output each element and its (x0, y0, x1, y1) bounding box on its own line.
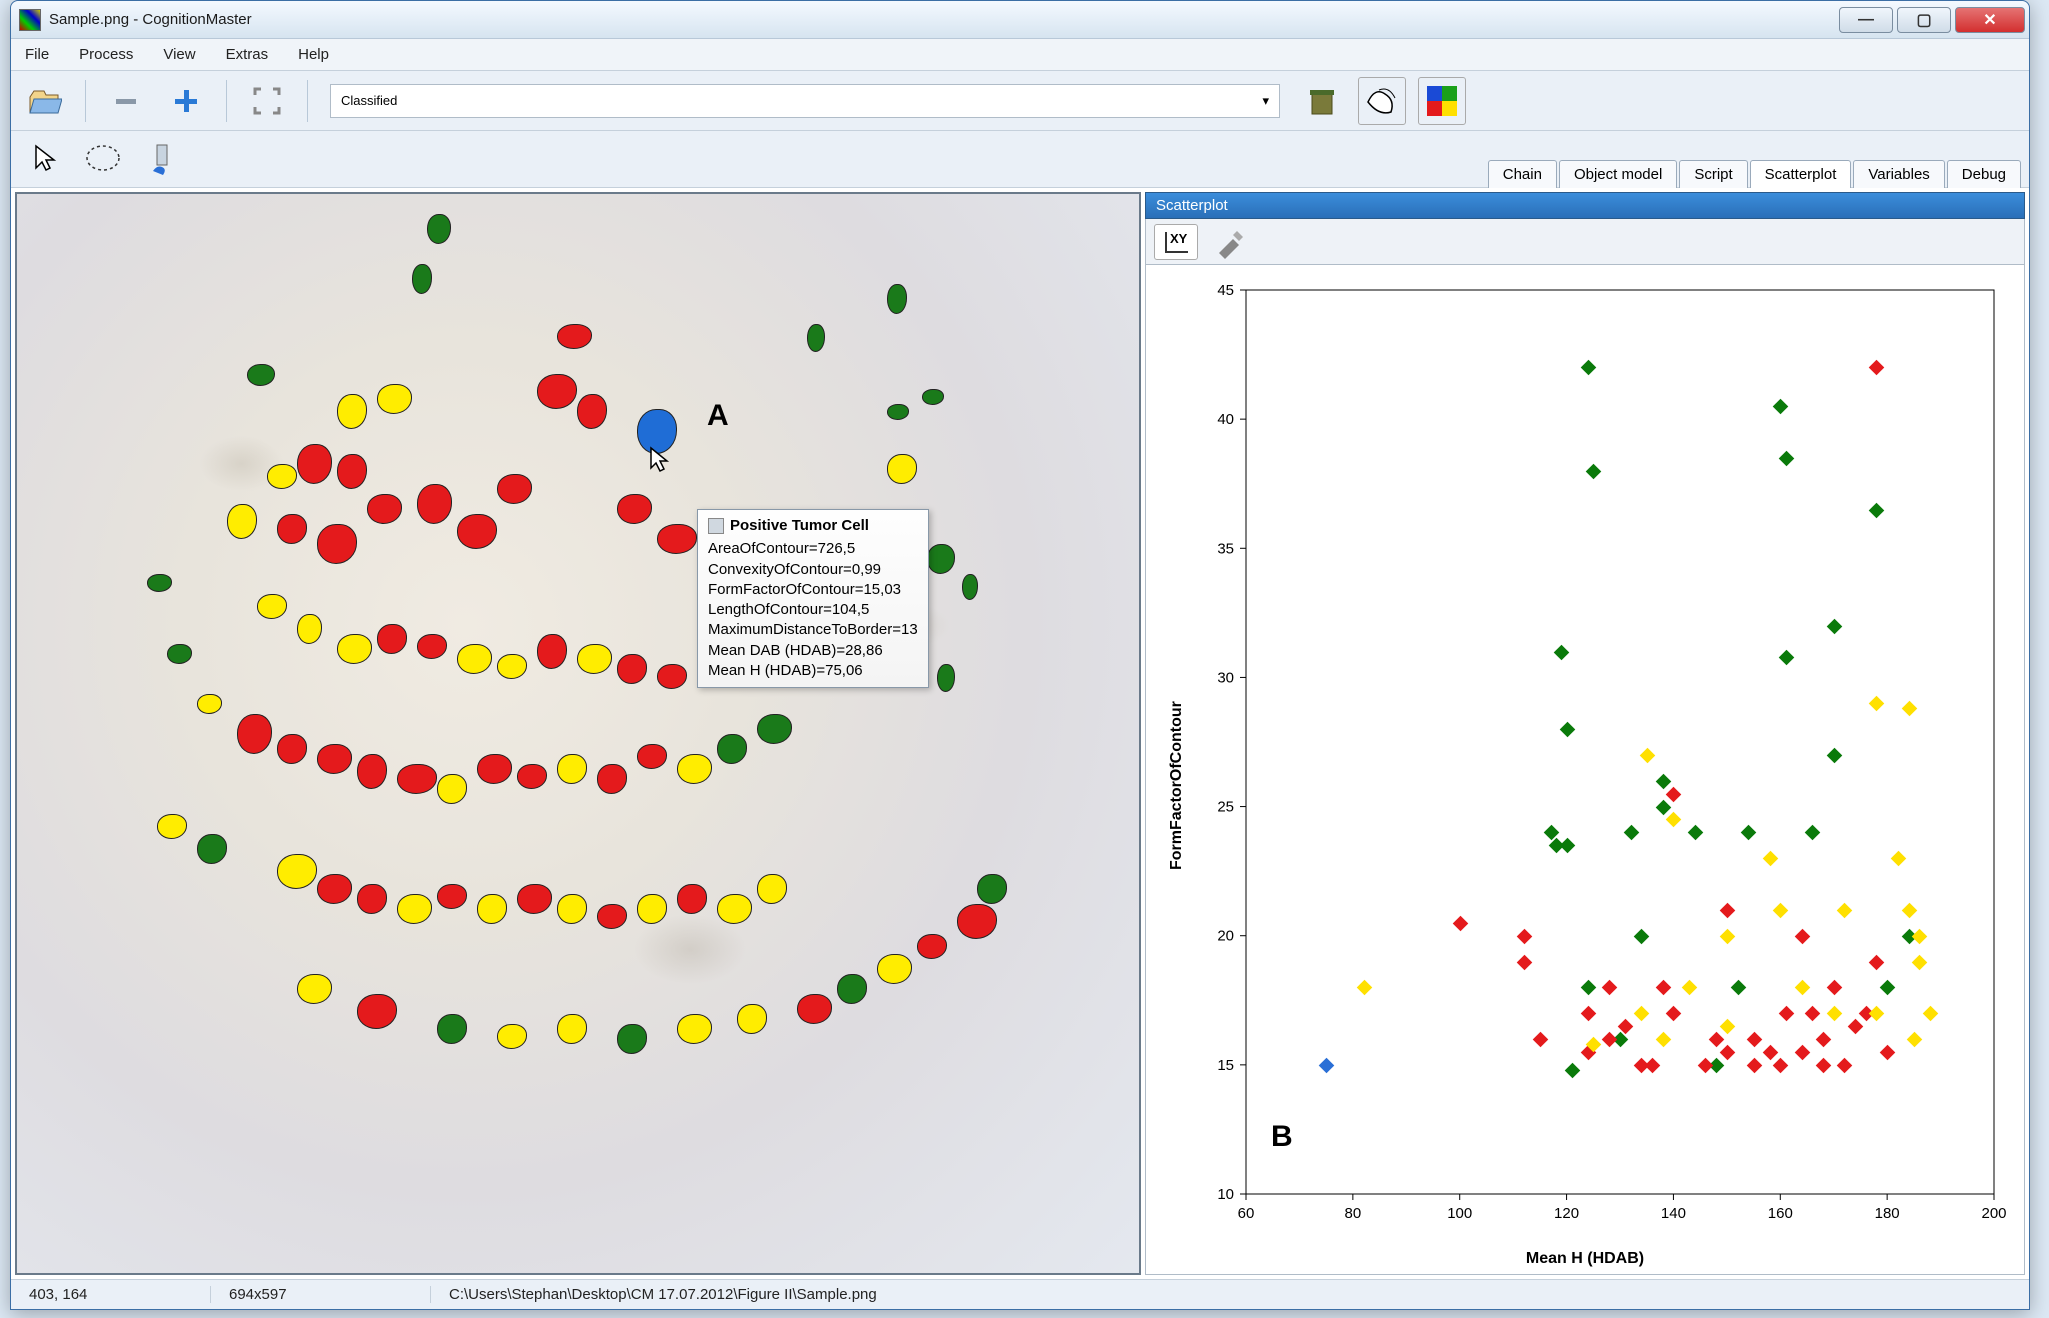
menu-help[interactable]: Help (298, 46, 329, 63)
minimize-button[interactable]: — (1839, 7, 1893, 33)
status-coords: 403, 164 (11, 1286, 211, 1303)
svg-text:XY: XY (1170, 231, 1188, 246)
tooltip-title: Positive Tumor Cell (730, 516, 869, 536)
tools-icon (1213, 225, 1247, 259)
dropdown-value: Classified (341, 93, 397, 108)
y-axis-label: FormFactorOfContour (1168, 702, 1186, 871)
fit-icon (252, 86, 282, 116)
plus-icon (172, 87, 200, 115)
tab-variables[interactable]: Variables (1853, 160, 1944, 188)
menu-file[interactable]: File (25, 46, 49, 63)
annotation-B: B (1271, 1120, 1293, 1154)
pointer-icon (32, 144, 58, 174)
tooltip-row: AreaOfContour=726,5 (708, 539, 918, 559)
xy-axes-button[interactable]: XY (1154, 224, 1198, 260)
paint-tube-icon (143, 141, 179, 177)
tooltip-row: LengthOfContour=104,5 (708, 600, 918, 620)
tab-debug[interactable]: Debug (1947, 160, 2021, 188)
side-tabs: Chain Object model Script Scatterplot Va… (1482, 131, 2029, 187)
svg-text:100: 100 (1447, 1205, 1472, 1222)
svg-text:180: 180 (1875, 1205, 1900, 1222)
settings-button[interactable] (1206, 218, 1254, 266)
svg-text:35: 35 (1217, 540, 1234, 557)
svg-text:140: 140 (1661, 1205, 1686, 1222)
lasso-icon (83, 142, 123, 176)
trash-icon (1305, 84, 1339, 118)
status-path: C:\Users\Stephan\Desktop\CM 17.07.2012\F… (431, 1286, 2029, 1303)
menubar: File Process View Extras Help (11, 39, 2029, 71)
chevron-down-icon: ▾ (1262, 93, 1269, 109)
tooltip-row: Mean H (HDAB)=75,06 (708, 661, 918, 681)
minus-button[interactable] (102, 77, 150, 125)
image-view[interactable]: A Positive Tumor Cell AreaOfContour=726,… (15, 192, 1141, 1275)
tab-script[interactable]: Script (1679, 160, 1747, 188)
svg-text:30: 30 (1217, 669, 1234, 686)
plus-button[interactable] (162, 77, 210, 125)
colormap-icon (1425, 84, 1459, 118)
close-button[interactable]: ✕ (1955, 7, 2025, 33)
tab-scatterplot[interactable]: Scatterplot (1750, 160, 1852, 188)
microscopy-image (17, 194, 1139, 1273)
regions-button[interactable] (1358, 77, 1406, 125)
svg-text:120: 120 (1554, 1205, 1579, 1222)
svg-text:40: 40 (1217, 411, 1234, 428)
regions-icon (1365, 84, 1399, 118)
titlebar[interactable]: Sample.png - CognitionMaster — ▢ ✕ (11, 1, 2029, 39)
object-tooltip: Positive Tumor Cell AreaOfContour=726,5 … (697, 509, 929, 688)
panel-title: Scatterplot (1145, 192, 2025, 219)
content-area: A Positive Tumor Cell AreaOfContour=726,… (11, 188, 2029, 1279)
colormap-button[interactable] (1418, 77, 1466, 125)
svg-text:80: 80 (1345, 1205, 1362, 1222)
scatter-chart: 60 80 100 120 140 160 180 200 10 15 20 25 30 35 40 45 B (1191, 280, 2009, 1249)
svg-text:200: 200 (1981, 1205, 2006, 1222)
menu-process[interactable]: Process (79, 46, 133, 63)
folder-open-icon (28, 87, 62, 115)
tooltip-row: MaximumDistanceToBorder=13 (708, 620, 918, 640)
status-dims: 694x597 (211, 1286, 431, 1303)
main-toolbar: Classified ▾ (11, 71, 2029, 131)
paint-tool[interactable] (137, 135, 185, 183)
svg-text:10: 10 (1217, 1186, 1234, 1203)
svg-text:60: 60 (1238, 1205, 1255, 1222)
tooltip-row: Mean DAB (HDAB)=28,86 (708, 641, 918, 661)
statusbar: 403, 164 694x597 C:\Users\Stephan\Deskto… (11, 1279, 2029, 1309)
window-title: Sample.png - CognitionMaster (49, 11, 1839, 28)
svg-text:25: 25 (1217, 799, 1234, 816)
trash-button[interactable] (1298, 77, 1346, 125)
tab-object-model[interactable]: Object model (1559, 160, 1677, 188)
app-icon (19, 9, 41, 31)
chart-area[interactable]: FormFactorOfContour Mean H (HDAB) 60 80 10… (1145, 265, 2025, 1275)
x-axis-label: Mean H (HDAB) (1526, 1250, 1644, 1268)
annotation-A: A (707, 399, 729, 433)
pointer-tool[interactable] (21, 135, 69, 183)
chart-axes: 60 80 100 120 140 160 180 200 10 15 20 25 30 35 40 45 (1191, 280, 2009, 1249)
cursor-icon (647, 446, 671, 474)
fit-button[interactable] (243, 77, 291, 125)
app-window: Sample.png - CognitionMaster — ▢ ✕ File … (10, 0, 2030, 1310)
maximize-button[interactable]: ▢ (1897, 7, 1951, 33)
open-file-button[interactable] (21, 77, 69, 125)
svg-text:15: 15 (1217, 1057, 1234, 1074)
panel-toolbar: XY (1145, 219, 2025, 265)
menu-view[interactable]: View (163, 46, 195, 63)
tooltip-icon (708, 518, 724, 534)
tab-chain[interactable]: Chain (1488, 160, 1557, 188)
tooltip-row: ConvexityOfContour=0,99 (708, 560, 918, 580)
scatterplot-panel: Scatterplot XY FormFactorOfContour Mean … (1145, 192, 2025, 1275)
tooltip-row: FormFactorOfContour=15,03 (708, 580, 918, 600)
svg-text:20: 20 (1217, 928, 1234, 945)
svg-text:45: 45 (1217, 282, 1234, 299)
svg-text:160: 160 (1768, 1205, 1793, 1222)
xy-icon: XY (1160, 228, 1192, 256)
menu-extras[interactable]: Extras (226, 46, 269, 63)
lasso-tool[interactable] (79, 135, 127, 183)
layer-dropdown[interactable]: Classified ▾ (330, 84, 1280, 118)
tool-toolbar (11, 131, 1482, 187)
minus-icon (112, 87, 140, 115)
